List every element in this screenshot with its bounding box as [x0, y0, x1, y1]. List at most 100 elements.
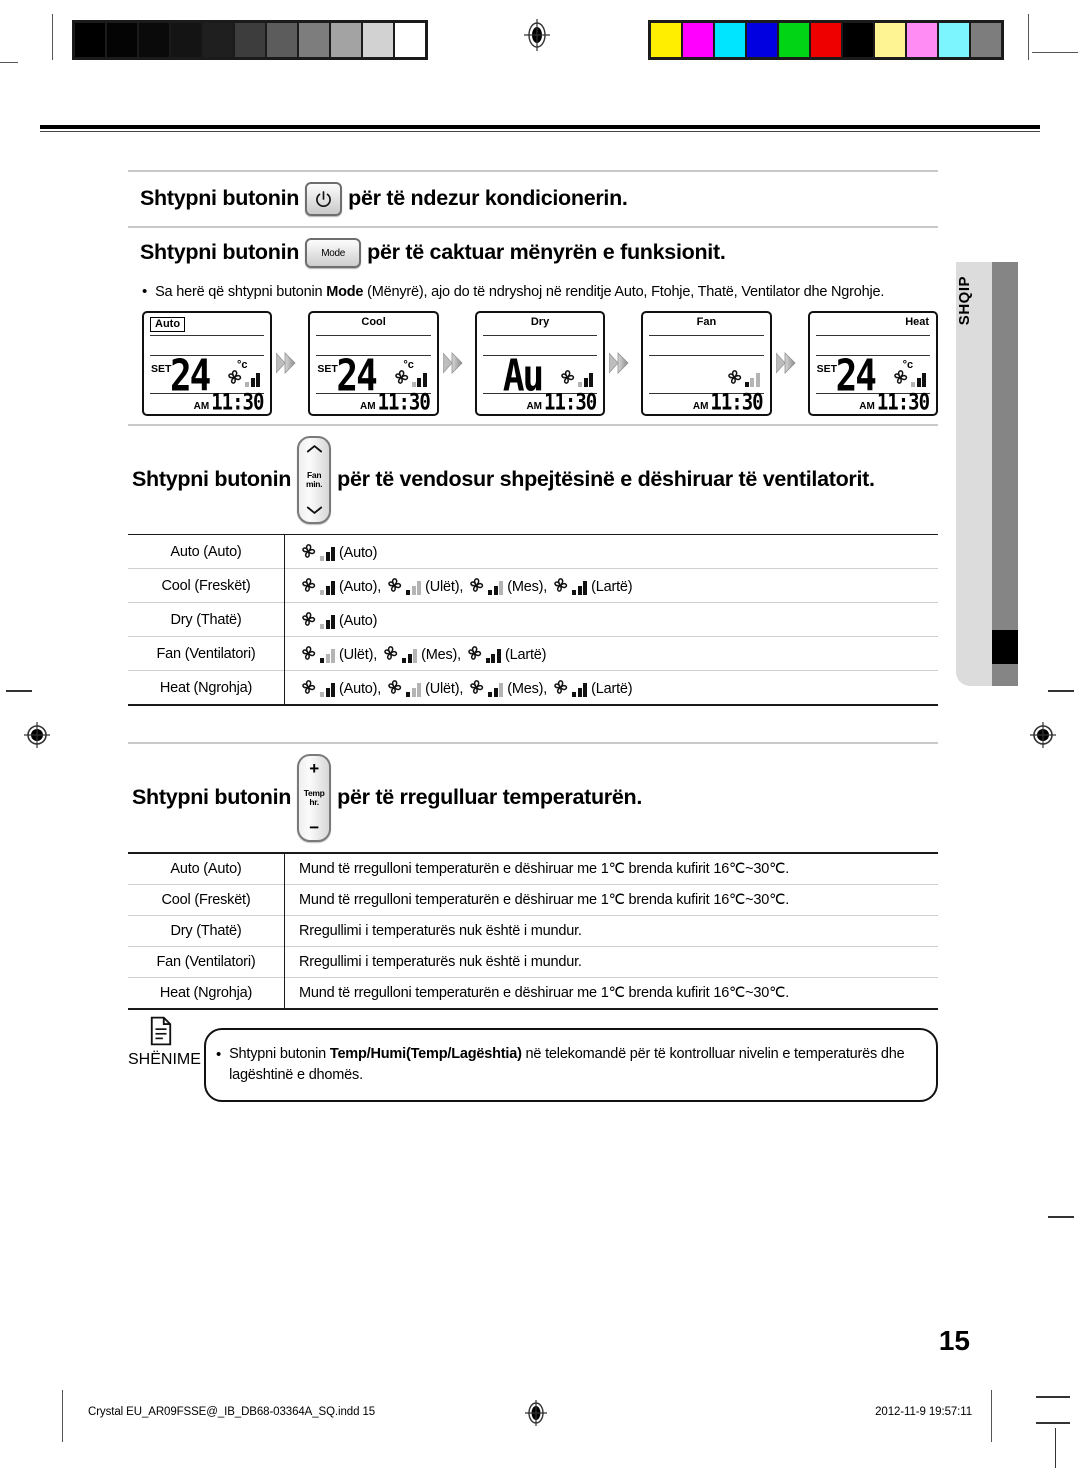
- fan-bar-2: [411, 586, 416, 596]
- language-tab-bar: [992, 262, 1018, 686]
- language-tab: SHQIP: [956, 262, 1018, 686]
- crop-tick: [6, 690, 32, 692]
- temp-table-description: Mund të rregulloni temperaturën e dëshir…: [299, 860, 790, 877]
- color-swatch-1: [683, 23, 713, 57]
- temp-table-mode: Fan (Ventilatori): [128, 945, 285, 978]
- fan-bar-1: [320, 590, 324, 596]
- fan-speed-bars: [572, 580, 588, 596]
- fan-bar-1: [320, 624, 324, 630]
- fan-speed-bars: [911, 372, 927, 387]
- fan-bar-2: [250, 377, 255, 387]
- mode-bullet: • Sa herë që shtypni butonin Mode (Mënyr…: [128, 278, 938, 305]
- color-swatch-4: [779, 23, 809, 57]
- lcd-rule: [815, 334, 931, 336]
- chevron-up-icon[interactable]: [306, 442, 323, 457]
- lcd-clock: AM 11:30: [360, 390, 431, 414]
- fan-speed-table: Auto (Auto) (Auto) Cool (Freskët) (Auto), (U…: [128, 535, 938, 705]
- temp-table-description: Mund të rregulloni temperaturën e dëshir…: [284, 883, 938, 916]
- fan-bar-3: [499, 581, 504, 596]
- mode-bullet-part2: (Mënyrë), ajo do të ndryshoj në renditje…: [363, 284, 885, 300]
- temperature-table: Auto (Auto) Mund të rregulloni temperatur…: [128, 853, 938, 1008]
- crop-tick: [1032, 52, 1078, 53]
- fan-bar-1: [320, 692, 324, 698]
- fan-icon: [388, 578, 402, 593]
- color-swatch-10: [971, 23, 1001, 57]
- flow-arrow-icon: [442, 350, 471, 376]
- lcd-set-label: SET: [816, 362, 838, 375]
- lcd-clock: AM 11:30: [193, 390, 265, 414]
- fan-speed-button[interactable]: Fan min.: [297, 435, 332, 524]
- power-instruction-suffix: për të ndezur kondicionerin.: [348, 186, 628, 211]
- table-row: Heat (Ngrohja) (Auto), (Ulët), (Mes), (Lartë…: [128, 670, 938, 705]
- lcd-fan-indicator: [225, 368, 261, 387]
- lcd-clock: AM 11:30: [526, 390, 597, 414]
- fan-table-mode: Auto (Auto): [128, 535, 285, 569]
- mode-instruction-prefix: Shtypni butonin: [140, 240, 300, 265]
- fan-speed-label: (Ulët),: [425, 579, 464, 596]
- fan-speed-option: (Ulët),: [385, 678, 465, 698]
- fan-icon: [470, 578, 484, 593]
- fan-bar-1: [245, 381, 250, 387]
- lcd-rule: [482, 334, 598, 336]
- fan-speed-bars: [320, 614, 335, 630]
- fan-bar-1: [320, 658, 324, 664]
- fan-icon: [554, 680, 568, 695]
- lcd-time: 11:30: [377, 388, 431, 415]
- table-row: Dry (Thatë) Rregullimi i temperaturës nuk…: [128, 914, 938, 947]
- fan-bar-2: [325, 688, 330, 698]
- fan-speed-option: (Auto),: [299, 678, 383, 698]
- lcd-time: 11:30: [710, 388, 763, 415]
- lcd-rule: [649, 354, 764, 356]
- fan-table-speeds: (Auto), (Ulët), (Mes), (Lartë): [284, 670, 938, 705]
- lcd-mode-label: Auto: [150, 316, 186, 332]
- registration-target-icon: [1026, 718, 1060, 752]
- footer-timestamp: 2012-11-9 19:57:11: [875, 1406, 972, 1418]
- fan-bar-2: [493, 586, 498, 596]
- fan-bar-3: [413, 649, 418, 664]
- fan-button-label-line2: min.: [305, 478, 323, 489]
- table-row: Auto (Auto) (Auto): [128, 535, 938, 569]
- fan-bar-1: [572, 692, 577, 698]
- fan-bar-2: [325, 552, 330, 562]
- minus-icon[interactable]: −: [309, 819, 319, 836]
- fan-speed-option: (Ulët),: [299, 644, 379, 664]
- lcd-temperature: 24: [170, 350, 211, 401]
- lcd-meridiem: AM: [859, 400, 875, 412]
- power-icon[interactable]: [305, 182, 343, 216]
- fan-bar-2: [325, 586, 330, 596]
- fan-speed-bars: [578, 372, 594, 387]
- plus-icon[interactable]: +: [309, 760, 319, 777]
- footer-filename: Crystal EU_AR09FSSE@_IB_DB68-03364A_SQ.i…: [88, 1406, 376, 1418]
- fan-bar-1: [402, 658, 407, 664]
- fan-speed-bars: [744, 372, 760, 387]
- fan-speed-bars: [485, 648, 501, 664]
- temp-table-description: Rregullimi i temperaturës nuk është i mu…: [284, 914, 938, 947]
- fan-icon: [302, 578, 316, 593]
- crop-tick: [1055, 1428, 1056, 1468]
- mode-button[interactable]: Mode: [305, 238, 362, 268]
- fan-button-label: Fan min.: [305, 470, 323, 489]
- gray-swatch-7: [299, 23, 329, 57]
- lcd-rule: [649, 334, 764, 336]
- page-number: 15: [938, 1325, 970, 1356]
- fan-speed-bars: [320, 580, 335, 596]
- lcd-display-cool: Cool SET 24 °c AM 11:30: [308, 310, 439, 416]
- lcd-fan-indicator: [392, 368, 427, 387]
- gray-swatch-4: [203, 23, 233, 57]
- temp-button-label-line2: hr.: [309, 797, 319, 808]
- fan-bar-3: [755, 372, 760, 387]
- table-row: Cool (Freskët) Mund të rregulloni tempera…: [128, 883, 938, 916]
- fan-bar-2: [407, 654, 412, 664]
- fan-icon: [228, 369, 242, 384]
- fan-bar-1: [320, 556, 324, 562]
- color-calibration-strip: [648, 20, 1004, 60]
- fan-speed-bars: [245, 372, 261, 387]
- fan-speed-option: (Auto): [299, 542, 379, 562]
- fan-bar-2: [916, 377, 921, 387]
- temp-button[interactable]: + Temp hr. −: [297, 754, 332, 843]
- fan-speed-bars: [320, 546, 335, 562]
- fan-bar-1: [406, 692, 411, 698]
- chevron-down-icon[interactable]: [306, 503, 323, 518]
- mode-sequence-diagram: Auto SET 24 °c AM 11:30 Cool SET 24 °c AM 11:30 Dry A…: [128, 305, 939, 424]
- lcd-meridiem: AM: [193, 400, 210, 412]
